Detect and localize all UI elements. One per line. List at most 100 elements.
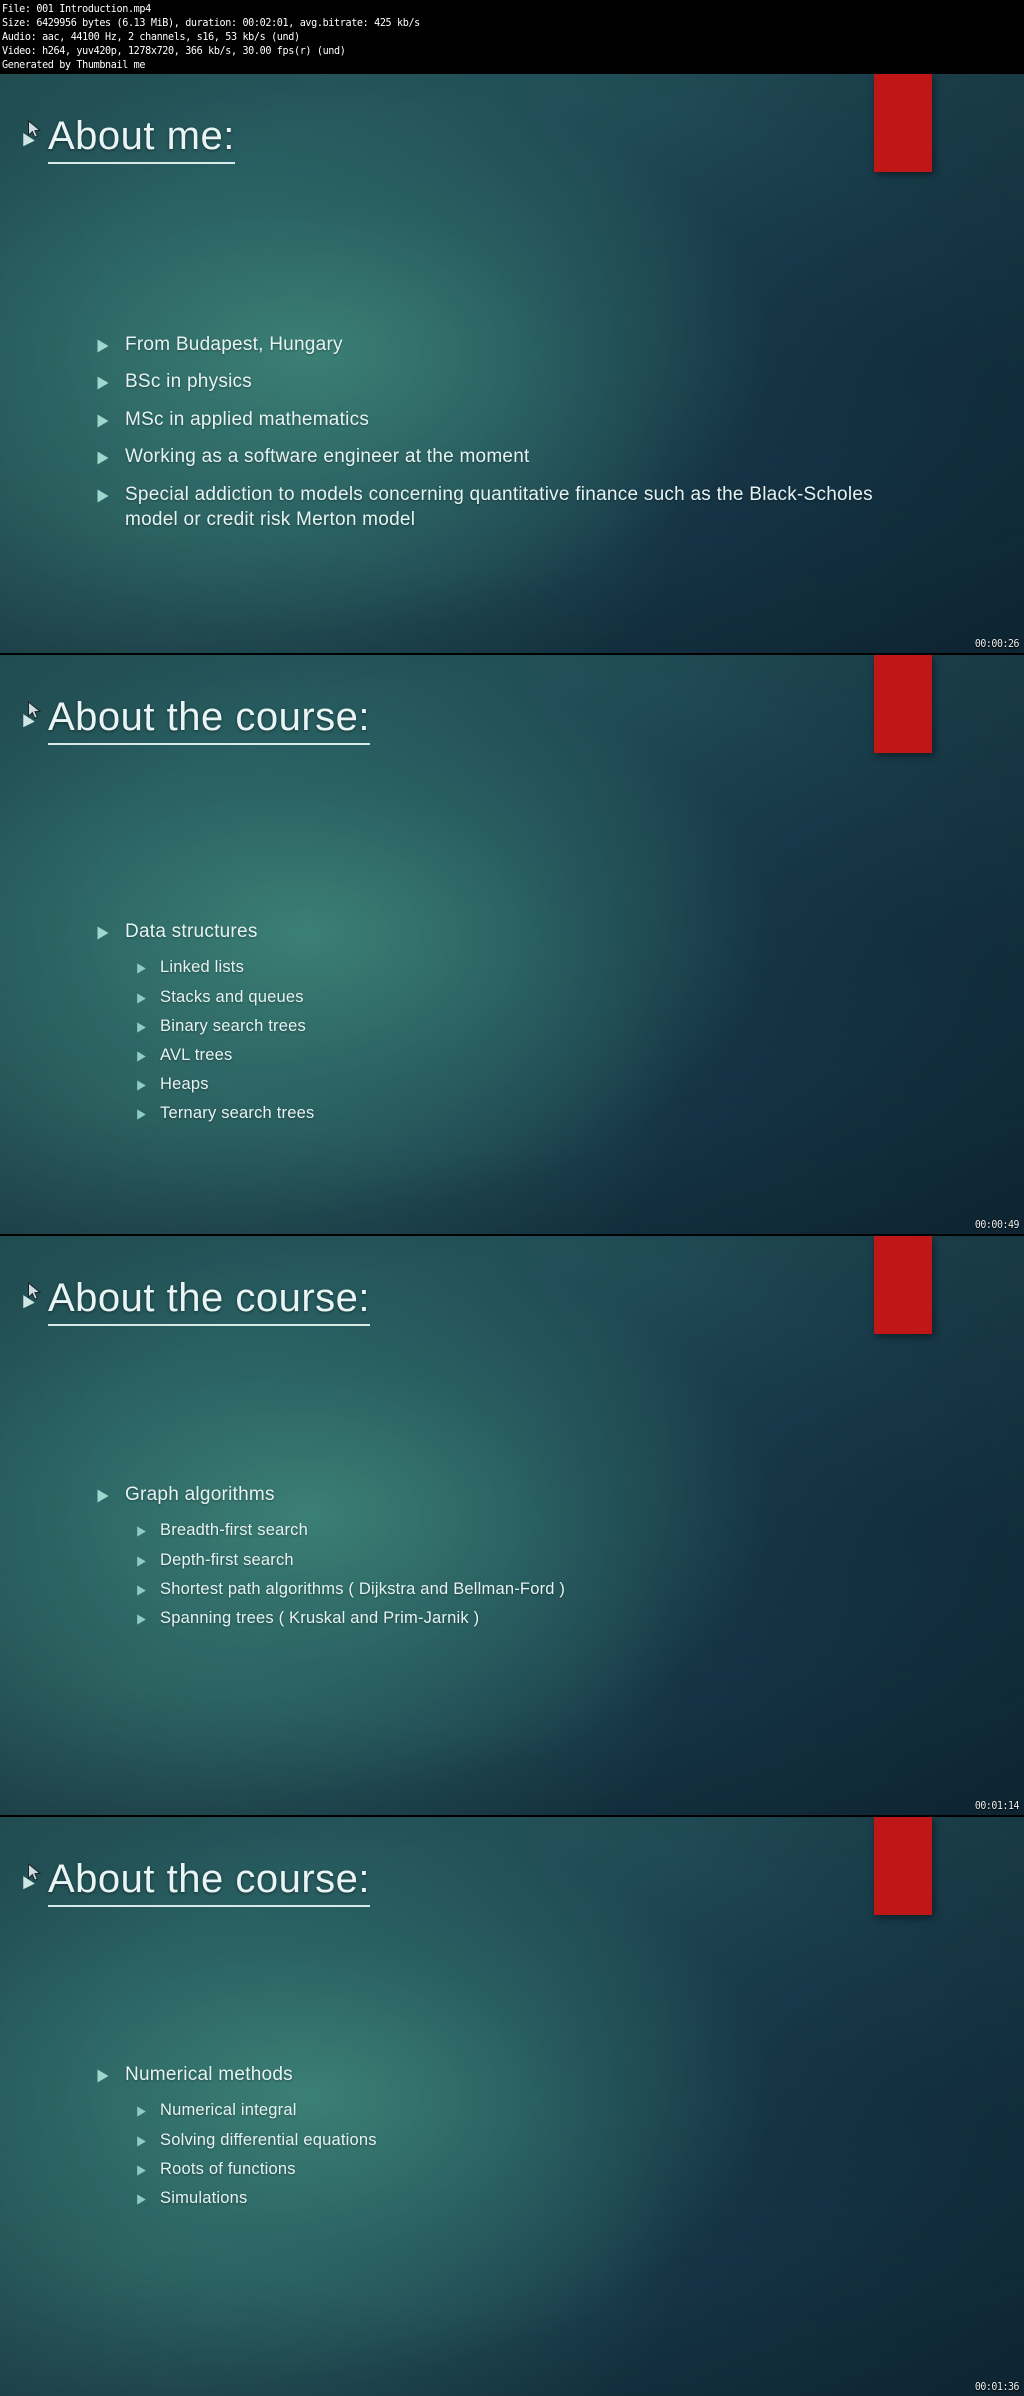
- bullet-list: Data structures Linked lists Stacks and qu…: [96, 919, 314, 1131]
- slide-title-row: About the course:: [0, 1274, 371, 1328]
- list-item: Graph algorithms: [96, 1482, 565, 1507]
- bullet-text: Roots of functions: [160, 2159, 296, 2178]
- bullet-arrow-icon: [96, 1489, 110, 1503]
- slide-thumbnail[interactable]: About the course: Numerical methods Numeri…: [0, 1817, 1024, 2396]
- bullet-arrow-icon: [136, 992, 147, 1004]
- bullet-arrow-icon: [136, 1051, 147, 1062]
- bullet-text: BSc in physics: [125, 371, 253, 393]
- bullet-text: Binary search trees: [160, 1016, 306, 1035]
- list-item: AVL trees: [136, 1044, 314, 1066]
- list-item: Numerical methods: [96, 2062, 377, 2087]
- bullet-arrow-icon: [96, 376, 110, 390]
- bullet-text: Stacks and queues: [160, 987, 304, 1006]
- bullet-arrow-icon: [136, 1555, 147, 1567]
- list-item: BSc in physics: [96, 369, 885, 394]
- list-item: Stacks and queues: [136, 986, 314, 1008]
- list-item: MSc in applied mathematics: [96, 407, 885, 432]
- accent-block: [874, 1236, 932, 1334]
- slide-thumbnail[interactable]: About me: From Budapest, Hungary BSc in ph…: [0, 74, 1024, 655]
- bullet-list: Graph algorithms Breadth-first search Dept…: [96, 1482, 565, 1636]
- accent-block: [874, 74, 932, 172]
- metadata-line-file: File: 001 Introduction.mp4: [2, 2, 151, 15]
- slide-title-text: About the course:: [48, 695, 371, 745]
- title-arrow-icon: [22, 713, 48, 734]
- slide-title-text: About the course:: [48, 1857, 371, 1907]
- slide-thumbnail[interactable]: About the course: Graph algorithms Breadth…: [0, 1236, 1024, 1817]
- slide-title-text: About the course:: [48, 1276, 371, 1326]
- list-item: Ternary search trees: [136, 1102, 314, 1124]
- frame-timestamp: 00:00:26: [974, 637, 1020, 650]
- bullet-text: Spanning trees ( Kruskal and Prim-Jarnik…: [160, 1608, 480, 1627]
- slide-thumbnail-grid: About me: From Budapest, Hungary BSc in ph…: [0, 74, 1024, 2396]
- bullet-text: Data structures: [125, 921, 258, 942]
- title-arrow-icon: [22, 1294, 48, 1315]
- video-metadata-header: File: 001 Introduction.mp4 Size: 6429956…: [0, 0, 1024, 74]
- metadata-line-video: Video: h264, yuv420p, 1278x720, 366 kb/s…: [2, 44, 346, 57]
- bullet-arrow-icon: [96, 2069, 110, 2083]
- bullet-arrow-icon: [136, 2106, 147, 2118]
- slide-title: About me:: [48, 112, 235, 166]
- list-item: Shortest path algorithms ( Dijkstra and …: [136, 1578, 565, 1600]
- list-item: From Budapest, Hungary: [96, 332, 885, 357]
- bullet-arrow-icon: [96, 414, 110, 428]
- list-item: Data structures: [96, 919, 314, 944]
- bullet-arrow-icon: [136, 2165, 147, 2176]
- bullet-text: Special addiction to models concerning q…: [125, 483, 873, 531]
- bullet-text: Graph algorithms: [125, 1484, 275, 1505]
- slide-thumbnail[interactable]: About the course: Data structures Linked l…: [0, 655, 1024, 1236]
- list-item: Depth-first search: [136, 1549, 565, 1571]
- slide-title-row: About the course:: [0, 1855, 371, 1909]
- slide-title-row: About the course:: [0, 693, 371, 747]
- list-item: Spanning trees ( Kruskal and Prim-Jarnik…: [136, 1607, 565, 1629]
- bullet-arrow-icon: [96, 451, 110, 465]
- slide-title: About the course:: [48, 693, 371, 747]
- bullet-arrow-icon: [96, 339, 110, 353]
- list-item: Simulations: [136, 2187, 377, 2209]
- bullet-list: Numerical methods Numerical integral Solvi…: [96, 2062, 377, 2216]
- bullet-text: Ternary search trees: [160, 1104, 315, 1122]
- bullet-text: Solving differential equations: [160, 2130, 377, 2149]
- bullet-text: From Budapest, Hungary: [125, 334, 343, 355]
- title-arrow-icon: [22, 1875, 48, 1896]
- frame-timestamp: 00:00:49: [974, 1218, 1020, 1231]
- list-item: Binary search trees: [136, 1015, 314, 1037]
- metadata-line-size: Size: 6429956 bytes (6.13 MiB), duration…: [2, 16, 420, 29]
- bullet-arrow-icon: [136, 963, 147, 975]
- bullet-arrow-icon: [136, 1022, 147, 1033]
- accent-block: [874, 1817, 932, 1915]
- bullet-arrow-icon: [136, 2194, 147, 2205]
- bullet-arrow-icon: [136, 1614, 147, 1625]
- bullet-text: Linked lists: [160, 958, 245, 977]
- bullet-text: Depth-first search: [160, 1550, 294, 1569]
- bullet-text: AVL trees: [160, 1045, 233, 1064]
- bullet-arrow-icon: [136, 1526, 147, 1538]
- title-arrow-icon: [22, 132, 48, 153]
- bullet-text: Shortest path algorithms ( Dijkstra and …: [160, 1579, 566, 1598]
- list-item: Working as a software engineer at the mo…: [96, 444, 885, 469]
- bullet-arrow-icon: [96, 489, 110, 503]
- bullet-text: Simulations: [160, 2188, 248, 2207]
- bullet-arrow-icon: [136, 1585, 147, 1596]
- list-item: Breadth-first search: [136, 1519, 565, 1541]
- bullet-text: Working as a software engineer at the mo…: [125, 446, 530, 468]
- bullet-arrow-icon: [96, 926, 110, 940]
- slide-title-row: About me:: [0, 112, 235, 166]
- bullet-text: Numerical integral: [160, 2101, 297, 2120]
- metadata-line-audio: Audio: aac, 44100 Hz, 2 channels, s16, 5…: [2, 30, 300, 43]
- slide-title: About the course:: [48, 1855, 371, 1909]
- accent-block: [874, 655, 932, 753]
- metadata-line-generator: Generated by Thumbnail me: [2, 58, 146, 71]
- list-item: Linked lists: [136, 956, 314, 978]
- slide-title-text: About me:: [48, 114, 235, 164]
- list-item: Roots of functions: [136, 2158, 377, 2180]
- bullet-text: Breadth-first search: [160, 1521, 308, 1540]
- bullet-text: MSc in applied mathematics: [125, 408, 370, 430]
- frame-timestamp: 00:01:36: [974, 2380, 1020, 2393]
- bullet-list: From Budapest, Hungary BSc in physics MSc …: [96, 332, 885, 545]
- frame-timestamp: 00:01:14: [974, 1799, 1020, 1812]
- list-item: Solving differential equations: [136, 2129, 377, 2151]
- slide-title: About the course:: [48, 1274, 371, 1328]
- list-item: Special addiction to models concerning q…: [96, 482, 885, 533]
- bullet-text: Numerical methods: [125, 2064, 293, 2085]
- bullet-arrow-icon: [136, 1109, 147, 1120]
